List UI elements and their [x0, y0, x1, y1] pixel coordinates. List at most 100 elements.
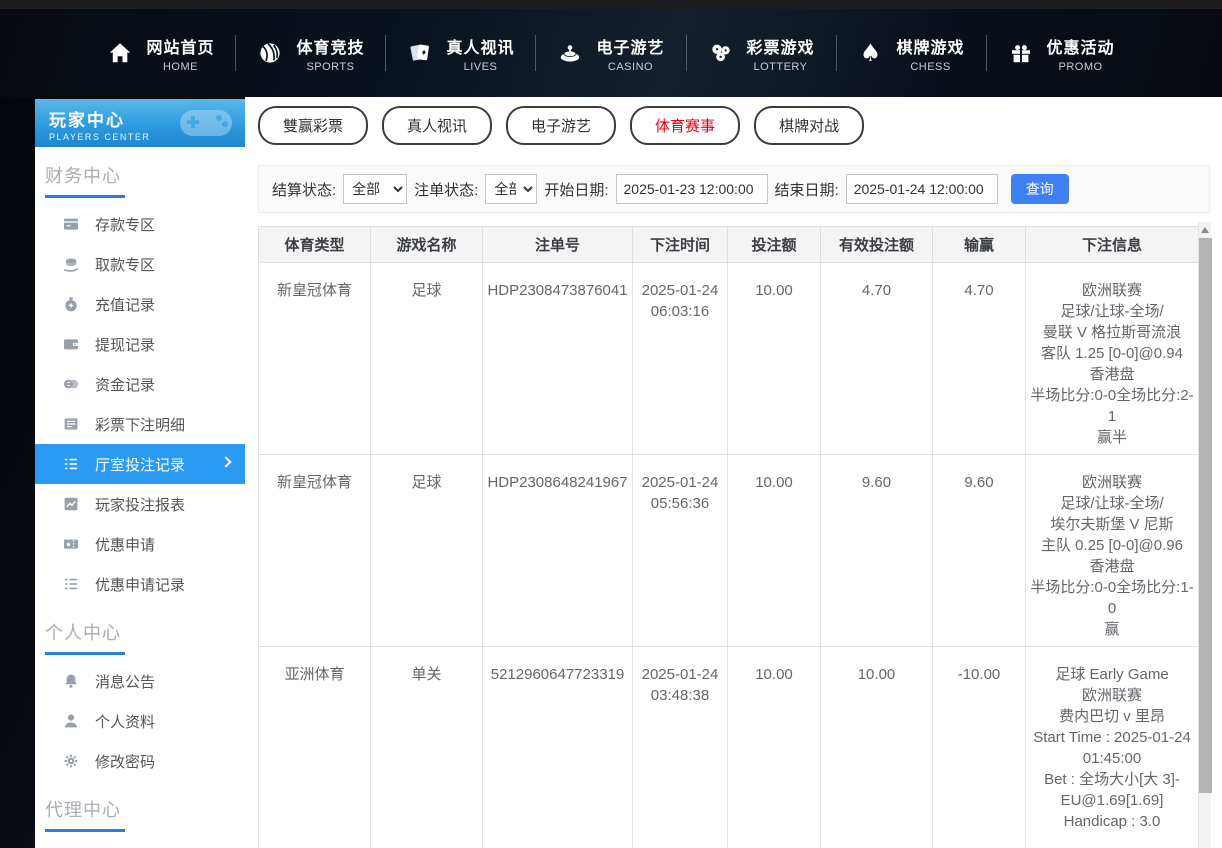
sidebar: 玩家中心 PLAYERS CENTER 财务中心 存款专区 取款专区 充值记 — [35, 99, 245, 848]
coupon-icon — [62, 535, 80, 553]
cards-icon — [407, 40, 433, 66]
sidebar-item-label: 取款专区 — [95, 254, 155, 275]
sidebar-section-finance: 财务中心 — [35, 147, 245, 195]
person-icon — [62, 712, 80, 730]
nav-item-lottery[interactable]: 彩票游戏 LOTTERY — [687, 34, 836, 73]
nav-item-sports[interactable]: 体育竞技 SPORTS — [236, 34, 385, 73]
top-navbar: 网站首页 HOME 体育竞技 SPORTS 真人视讯 LIVES — [0, 9, 1222, 97]
sidebar-item-lottery-bet-details[interactable]: 彩票下注明细 — [35, 404, 245, 444]
nav-item-promo[interactable]: 优惠活动 PROMO — [987, 34, 1136, 73]
sidebar-item-withdraw-records[interactable]: 提现记录 — [35, 324, 245, 364]
filter-bar: 结算状态: 全部 注单状态: 全部 开始日期: 结束日期: 查询 — [258, 165, 1210, 213]
sidebar-item-deposit[interactable]: 存款专区 — [35, 204, 245, 244]
nav-label: 优惠活动 — [1047, 34, 1115, 58]
tab-live[interactable]: 真人视讯 — [382, 106, 492, 145]
col-bet-id: 注单号 — [483, 227, 633, 263]
sidebar-item-agent-rules[interactable]: 代理规则说明 — [35, 838, 245, 848]
roulette-icon — [557, 40, 583, 66]
gamepad-icon — [175, 104, 237, 142]
cell-game-name: 足球 — [371, 455, 483, 647]
tab-lottery[interactable]: 雙赢彩票 — [258, 106, 368, 145]
col-bet-amount: 投注额 — [728, 227, 821, 263]
section-underline — [45, 829, 125, 832]
cell-game-name: 足球 — [371, 263, 483, 455]
sidebar-item-recharge-records[interactable]: 充值记录 — [35, 284, 245, 324]
sidebar-item-room-bet-records[interactable]: 厅室投注记录 — [35, 444, 245, 484]
nav-label: 彩票游戏 — [747, 34, 815, 58]
nav-item-chess[interactable]: ♠ 棋牌游戏 CHESS — [837, 34, 986, 73]
col-win-loss: 输赢 — [933, 227, 1026, 263]
nav-label: 网站首页 — [146, 34, 214, 58]
lottery-balls-icon — [708, 40, 734, 66]
nav-item-lives[interactable]: 真人视讯 LIVES — [386, 34, 535, 73]
sidebar-section-agent: 代理中心 — [35, 781, 245, 829]
settle-status-select[interactable]: 全部 — [343, 174, 407, 204]
sidebar-item-label: 优惠申请记录 — [95, 574, 185, 595]
category-tabs: 雙赢彩票 真人视讯 电子游艺 体育赛事 棋牌对战 — [258, 97, 1210, 145]
sidebar-item-player-bet-report[interactable]: 玩家投注报表 — [35, 484, 245, 524]
spade-icon: ♠ — [858, 40, 884, 66]
table-row: 新皇冠体育 足球 HDP2308648241967 2025-01-24 05:… — [259, 455, 1199, 647]
col-bet-info: 下注信息 — [1026, 227, 1199, 263]
sidebar-item-fund-records[interactable]: 资金记录 — [35, 364, 245, 404]
sidebar-item-label: 资金记录 — [95, 374, 155, 395]
sidebar-item-change-password[interactable]: 修改密码 — [35, 741, 245, 781]
sidebar-item-promo-apply-records[interactable]: 优惠申请记录 — [35, 564, 245, 604]
sidebar-item-label: 个人资料 — [95, 711, 155, 732]
sidebar-item-label: 玩家投注报表 — [95, 494, 185, 515]
table-header-row: 体育类型 游戏名称 注单号 下注时间 投注额 有效投注额 输赢 下注信息 — [259, 227, 1199, 263]
coins-icon — [62, 375, 80, 393]
sidebar-item-label: 充值记录 — [95, 294, 155, 315]
settle-status-label: 结算状态: — [272, 179, 336, 200]
cell-bet-amount: 10.00 — [728, 455, 821, 647]
section-underline — [45, 195, 125, 198]
cell-bet-time: 2025-01-24 05:56:36 — [633, 455, 728, 647]
cell-bet-amount: 10.00 — [728, 263, 821, 455]
start-date-input[interactable] — [616, 174, 768, 204]
nav-sublabel: SPORTS — [296, 61, 364, 73]
sidebar-item-label: 修改密码 — [95, 751, 155, 772]
sidebar-item-profile[interactable]: 个人资料 — [35, 701, 245, 741]
sidebar-item-label: 厅室投注记录 — [95, 454, 185, 475]
sports-ball-icon — [257, 40, 283, 66]
cell-bet-info: 欧洲联赛 足球/让球-全场/ 曼联 V 格拉斯哥流浪 客队 1.25 [0-0]… — [1026, 263, 1199, 455]
col-sport-type: 体育类型 — [259, 227, 371, 263]
moneybag-icon — [62, 295, 80, 313]
end-date-input[interactable] — [846, 174, 998, 204]
tab-chess[interactable]: 棋牌对战 — [754, 106, 864, 145]
cell-bet-info: 足球 Early Game 欧洲联赛 费内巴切 v 里昂 Start Time … — [1026, 647, 1199, 848]
nav-label: 体育竞技 — [296, 34, 364, 58]
nav-item-casino[interactable]: 电子游艺 CASINO — [536, 34, 685, 73]
col-bet-time: 下注时间 — [633, 227, 728, 263]
sidebar-item-label: 彩票下注明细 — [95, 414, 185, 435]
scrollbar-up-button[interactable] — [1199, 222, 1211, 237]
sidebar-item-promo-apply[interactable]: 优惠申请 — [35, 524, 245, 564]
nav-item-home[interactable]: 网站首页 HOME — [86, 34, 235, 73]
tab-casino[interactable]: 电子游艺 — [506, 106, 616, 145]
sidebar-item-announcements[interactable]: 消息公告 — [35, 661, 245, 701]
nav-label: 真人视讯 — [446, 34, 514, 58]
scrollbar-thumb[interactable] — [1199, 238, 1212, 793]
coupon-list-icon — [62, 575, 80, 593]
query-button[interactable]: 查询 — [1011, 174, 1069, 204]
nav-sublabel: CHESS — [897, 61, 965, 73]
cell-bet-time: 2025-01-24 06:03:16 — [633, 263, 728, 455]
cell-bet-info: 欧洲联赛 足球/让球-全场/ 埃尔夫斯堡 V 尼斯 主队 0.25 [0-0]@… — [1026, 455, 1199, 647]
chevron-right-icon — [220, 456, 231, 467]
order-status-select[interactable]: 全部 — [485, 174, 537, 204]
sidebar-item-label: 提现记录 — [95, 334, 155, 355]
nav-sublabel: LOTTERY — [747, 61, 815, 73]
sidebar-item-label: 存款专区 — [95, 214, 155, 235]
cell-bet-id: HDP2308648241967 — [483, 455, 633, 647]
col-valid-amount: 有效投注额 — [821, 227, 933, 263]
nav-sublabel: LIVES — [446, 61, 514, 73]
cell-sport-type: 亚洲体育 — [259, 647, 371, 848]
nav-label: 电子游艺 — [596, 34, 664, 58]
cell-bet-id: HDP2308473876041 — [483, 263, 633, 455]
table-row: 新皇冠体育 足球 HDP2308473876041 2025-01-24 06:… — [259, 263, 1199, 455]
nav-sublabel: HOME — [146, 61, 214, 73]
sidebar-item-withdraw[interactable]: 取款专区 — [35, 244, 245, 284]
tab-sports[interactable]: 体育赛事 — [630, 106, 740, 145]
gift-icon — [1008, 40, 1034, 66]
section-underline — [45, 652, 125, 655]
